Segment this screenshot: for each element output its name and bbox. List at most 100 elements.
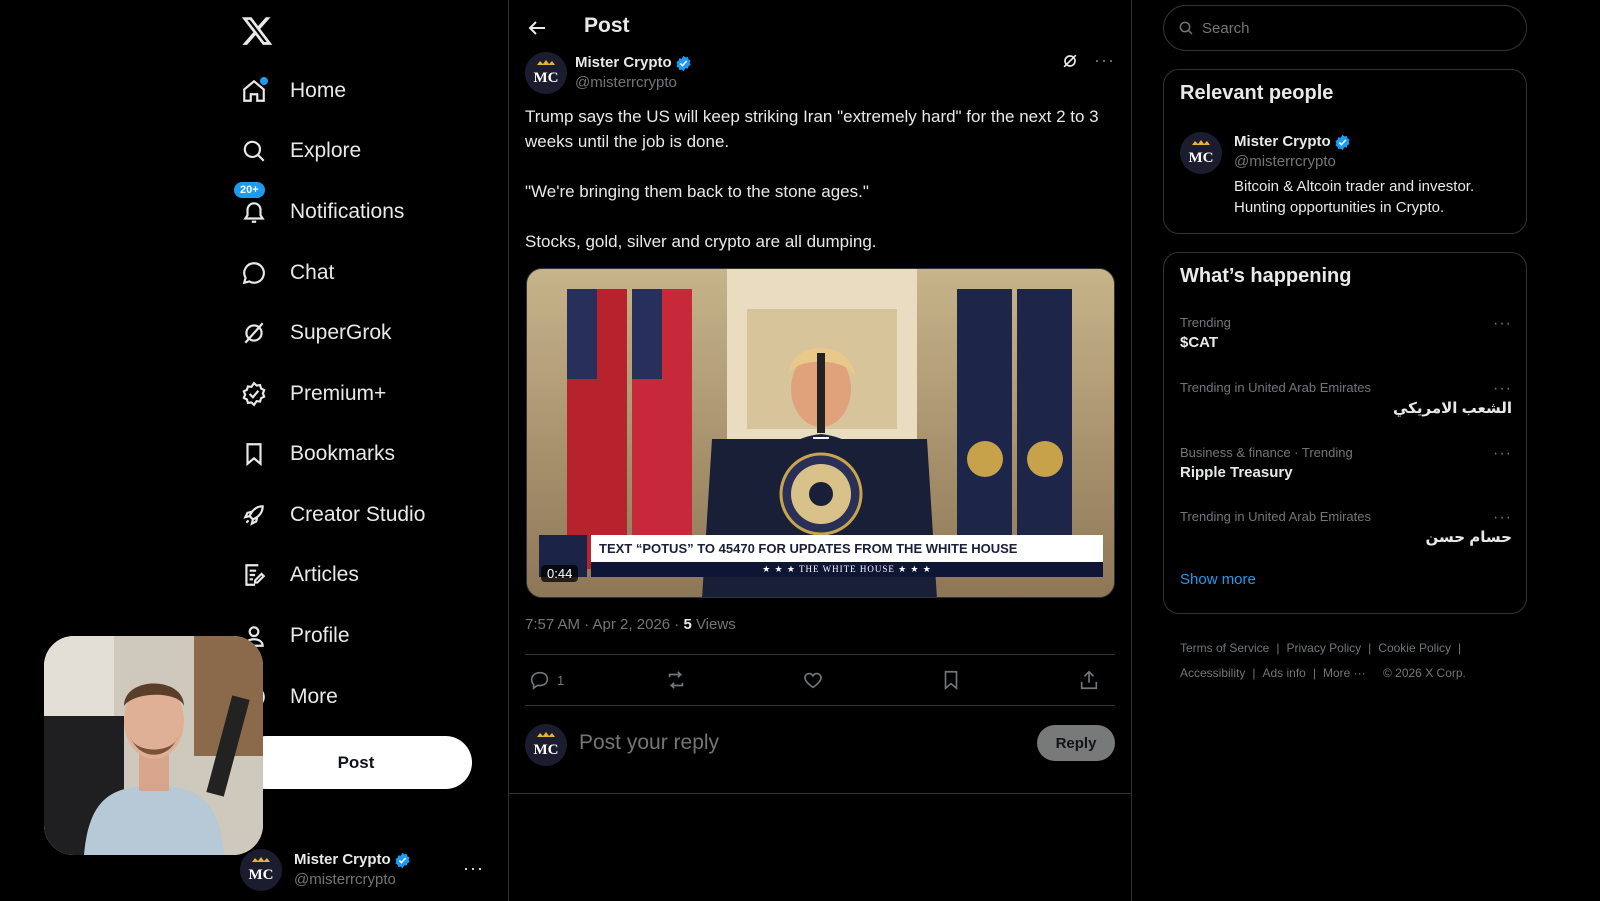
- bell-icon: 20+: [234, 182, 268, 226]
- nav-item-notifications[interactable]: 20+ Notifications: [234, 182, 405, 232]
- nav-item-supergrok[interactable]: SuperGrok: [240, 313, 392, 353]
- trend-name: حسام حسن: [1425, 529, 1512, 546]
- bookmark-button[interactable]: [940, 669, 962, 691]
- accessibility-link[interactable]: Accessibility: [1180, 666, 1245, 680]
- reply-composer: MC Reply: [525, 722, 1115, 772]
- trend-item[interactable]: Trending $CAT ···: [1180, 315, 1512, 351]
- back-arrow-icon[interactable]: [525, 16, 549, 40]
- bookmark-icon: [240, 440, 268, 468]
- author-names: Mister Crypto @misterrcrypto: [575, 53, 692, 93]
- svg-text:MC: MC: [534, 70, 559, 86]
- more-dots-icon[interactable]: ···: [1493, 380, 1512, 398]
- chyron-text: TEXT “POTUS” TO 45470 FOR UPDATES FROM T…: [599, 541, 1018, 556]
- more-dots-icon[interactable]: ···: [463, 858, 484, 879]
- trend-meta: Trending in United Arab Emirates: [1180, 509, 1372, 524]
- show-more-link[interactable]: Show more: [1180, 571, 1256, 588]
- nav-label: Home: [290, 79, 347, 102]
- verified-badge-icon: [1335, 134, 1350, 150]
- more-dots-icon[interactable]: ···: [1094, 50, 1115, 71]
- person-handle: @misterrcrypto: [1234, 153, 1336, 170]
- like-button[interactable]: [802, 669, 824, 691]
- ads-info-link[interactable]: Ads info: [1262, 666, 1305, 680]
- post-meta: 7:57 AM · Apr 2, 2026 · 5 Views: [525, 616, 736, 633]
- avatar: MC: [525, 724, 567, 766]
- terms-link[interactable]: Terms of Service: [1180, 641, 1269, 655]
- person-name[interactable]: Mister Crypto: [1234, 132, 1331, 152]
- article-edit-icon: [240, 561, 268, 589]
- post-actions: 1: [525, 654, 1115, 706]
- trend-meta: Trending: [1180, 315, 1231, 330]
- account-switcher[interactable]: MC Mister Crypto @misterrcrypto ···: [240, 846, 492, 894]
- nav-label: Explore: [290, 139, 362, 162]
- post-author[interactable]: MC Mister Crypto @misterrcrypto: [525, 50, 692, 96]
- divider: [509, 793, 1131, 794]
- nav-label: Creator Studio: [290, 503, 426, 526]
- unread-dot: [260, 77, 268, 85]
- more-dots-icon[interactable]: ···: [1493, 315, 1512, 333]
- share-button[interactable]: [1078, 669, 1100, 691]
- footer-links: Terms of Service | Privacy Policy | Cookie P…: [1180, 641, 1466, 680]
- nav-item-creator-studio[interactable]: Creator Studio: [240, 495, 425, 535]
- avatar: MC: [240, 849, 282, 891]
- reply-button[interactable]: 1: [529, 669, 564, 691]
- nav-item-chat[interactable]: Chat: [240, 253, 334, 293]
- avatar[interactable]: MC: [525, 52, 567, 94]
- privacy-link[interactable]: Privacy Policy: [1286, 641, 1361, 655]
- whats-happening-card: What’s happening Trending $CAT ··· Trend…: [1163, 252, 1527, 614]
- views-count: 5: [683, 616, 692, 633]
- card-title: What’s happening: [1180, 265, 1352, 287]
- author-handle[interactable]: @misterrcrypto: [575, 73, 692, 93]
- search-input[interactable]: [1200, 18, 1500, 38]
- nav-label: SuperGrok: [290, 321, 392, 344]
- search-icon: [1179, 21, 1193, 35]
- reply-input[interactable]: [577, 730, 997, 756]
- relevant-person[interactable]: MC Mister Crypto @misterrcrypto Bitcoin …: [1180, 132, 1524, 218]
- nav-item-explore[interactable]: Explore: [240, 131, 361, 171]
- nav-label: Premium+: [290, 382, 387, 405]
- x-logo-icon[interactable]: [240, 14, 274, 48]
- nav-label: Chat: [290, 261, 335, 284]
- trend-name: Ripple Treasury: [1180, 464, 1293, 481]
- nav-item-premium[interactable]: Premium+: [240, 374, 386, 414]
- avatar[interactable]: MC: [1180, 132, 1222, 174]
- left-navigation: Home Explore 20+ Notifications Chat Supe…: [0, 0, 508, 901]
- cookie-link[interactable]: Cookie Policy: [1378, 641, 1451, 655]
- svg-text:MC: MC: [249, 867, 274, 883]
- nav-label: More: [290, 685, 338, 708]
- nav-item-bookmarks[interactable]: Bookmarks: [240, 434, 395, 474]
- chat-bubble-icon: [240, 259, 268, 287]
- repost-button[interactable]: [665, 669, 687, 691]
- svg-text:MC: MC: [534, 742, 559, 758]
- more-dots-icon[interactable]: ···: [1493, 445, 1512, 463]
- nav-label: Notifications: [290, 200, 405, 223]
- search-icon: [240, 137, 268, 165]
- reply-submit-button[interactable]: Reply: [1037, 725, 1115, 761]
- post-paragraph: Trump says the US will keep striking Ira…: [525, 107, 1099, 151]
- post-video[interactable]: TEXT “POTUS” TO 45470 FOR UPDATES FROM T…: [526, 268, 1115, 598]
- trend-item[interactable]: Trending in United Arab Emirates الشعب ا…: [1180, 380, 1512, 417]
- home-icon: [240, 77, 268, 105]
- post-timestamp[interactable]: 7:57 AM · Apr 2, 2026 ·: [525, 616, 683, 633]
- nav-label: Bookmarks: [290, 442, 396, 465]
- verified-badge-icon: [395, 852, 410, 868]
- premium-badge-icon: [240, 380, 268, 408]
- more-link[interactable]: More ···: [1323, 666, 1366, 680]
- video-duration: 0:44: [541, 565, 579, 582]
- reply-icon: [530, 671, 549, 690]
- webcam-overlay: [44, 636, 263, 855]
- search-box[interactable]: [1163, 5, 1527, 51]
- trend-item[interactable]: Business & finance · Trending Ripple Tre…: [1180, 445, 1512, 481]
- nav-item-home[interactable]: Home: [240, 71, 346, 111]
- grok-icon: [240, 319, 268, 347]
- views-label: Views: [691, 616, 736, 633]
- post-paragraph: "We're bringing them back to the stone a…: [525, 182, 869, 201]
- account-names: Mister Crypto @misterrcrypto: [294, 850, 411, 890]
- post-button[interactable]: Post: [240, 736, 472, 789]
- trend-item[interactable]: Trending in United Arab Emirates حسام حس…: [1180, 509, 1512, 546]
- nav-label: Profile: [290, 624, 350, 647]
- author-name[interactable]: Mister Crypto: [575, 53, 672, 73]
- post-body: Trump says the US will keep striking Ira…: [525, 104, 1109, 279]
- more-dots-icon[interactable]: ···: [1493, 509, 1512, 527]
- nav-item-articles[interactable]: Articles: [240, 555, 359, 595]
- grok-icon[interactable]: [1060, 51, 1080, 71]
